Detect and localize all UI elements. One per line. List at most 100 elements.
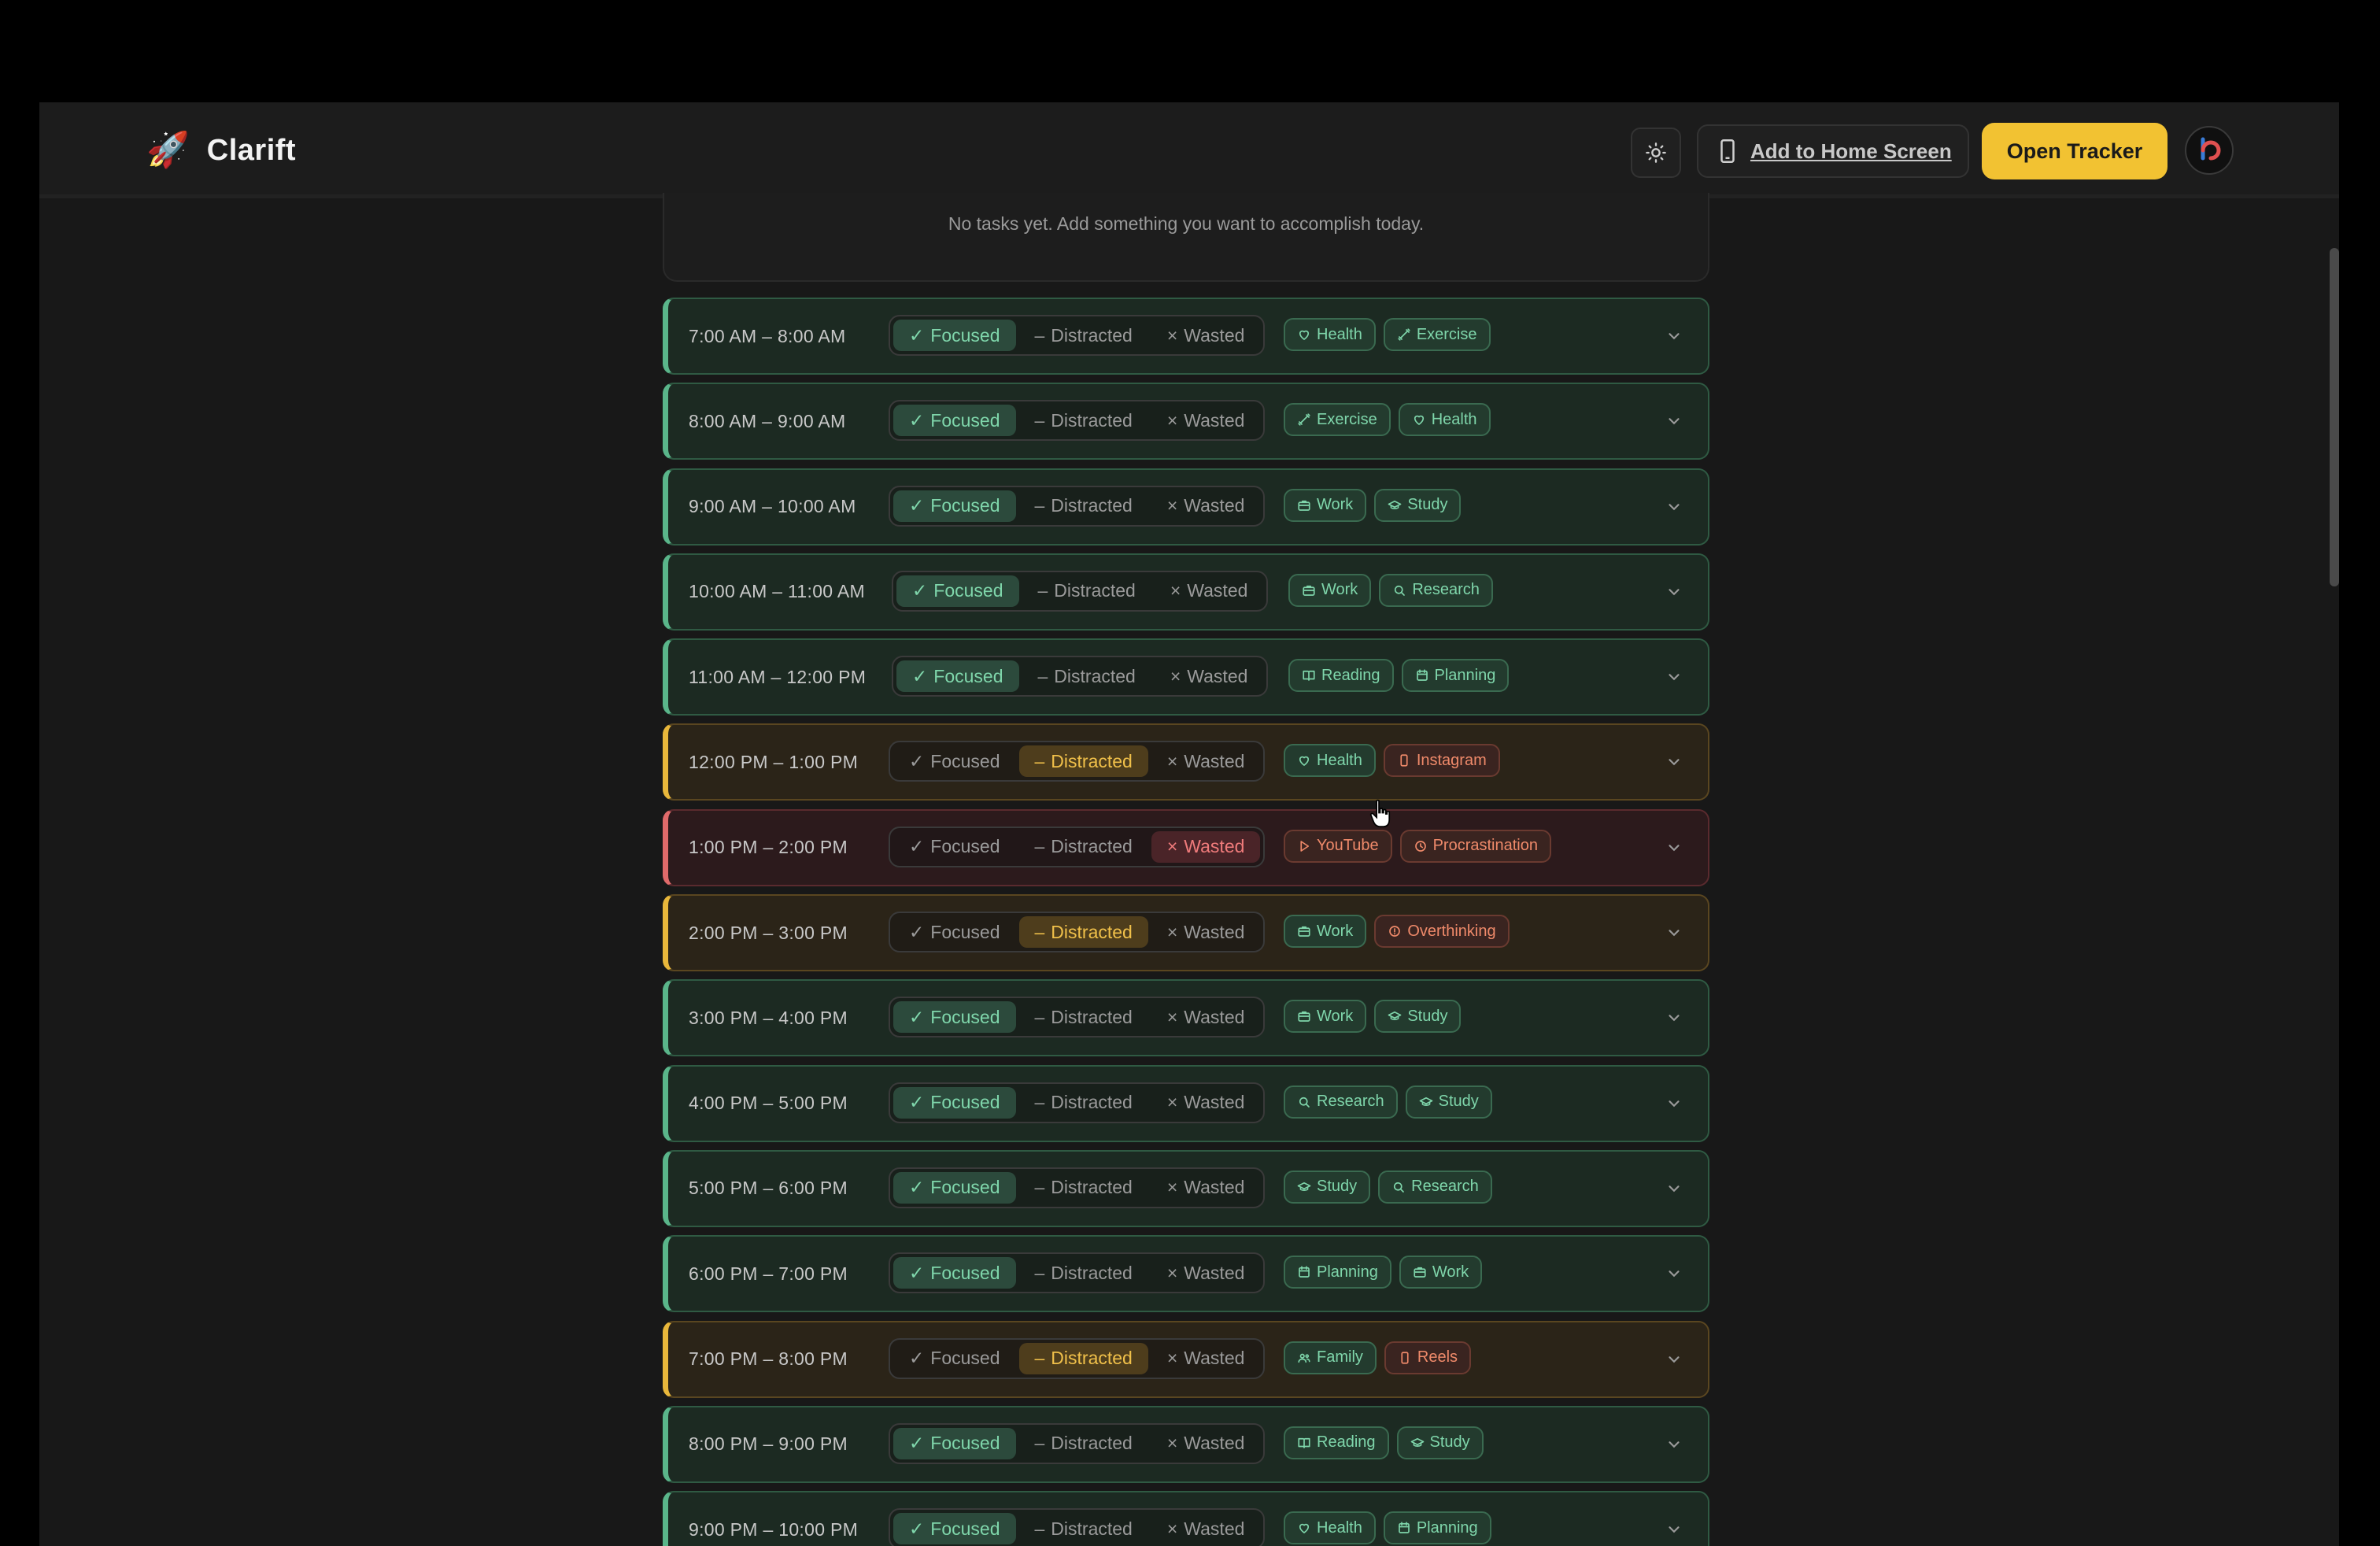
add-to-home-screen-button[interactable]: Add to Home Screen	[1697, 124, 1969, 178]
chevron-down-icon[interactable]	[1664, 1434, 1684, 1455]
hour-row[interactable]: 8:00 PM – 9:00 PM ✓ Focused – Distracted × Was…	[663, 1405, 1709, 1483]
chevron-down-icon[interactable]	[1664, 1263, 1684, 1284]
hour-row[interactable]: 9:00 AM – 10:00 AM ✓ Focused – Distracted × Wa…	[663, 468, 1709, 546]
status-option-focused[interactable]: ✓ Focused	[893, 1001, 1016, 1034]
chevron-down-icon[interactable]	[1664, 411, 1684, 431]
hour-row[interactable]: 7:00 AM – 8:00 AM ✓ Focused – Distracted × Was…	[663, 298, 1709, 375]
status-option-distracted[interactable]: – Distracted	[1019, 1428, 1148, 1459]
tag-chip[interactable]: Instagram	[1383, 744, 1500, 778]
chevron-down-icon[interactable]	[1664, 1093, 1684, 1114]
status-option-distracted[interactable]: – Distracted	[1018, 1342, 1148, 1374]
status-option-wasted[interactable]: × Wasted	[1151, 1428, 1261, 1459]
hour-row[interactable]: 5:00 PM – 6:00 PM ✓ Focused – Distracted × Was…	[663, 1149, 1709, 1227]
chevron-down-icon[interactable]	[1664, 667, 1684, 687]
tag-chip[interactable]: Health	[1284, 1511, 1376, 1545]
tag-chip[interactable]: YouTube	[1284, 829, 1392, 863]
tag-chip[interactable]: Study	[1374, 1000, 1462, 1034]
status-option-wasted[interactable]: × Wasted	[1151, 490, 1261, 522]
status-option-focused[interactable]: ✓ Focused	[893, 1427, 1016, 1459]
tag-chip[interactable]: Study	[1396, 1426, 1484, 1459]
status-option-focused[interactable]: ✓ Focused	[893, 320, 1016, 351]
open-tracker-button[interactable]: Open Tracker	[1982, 123, 2168, 179]
status-option-focused[interactable]: ✓ Focused	[893, 405, 1016, 437]
status-option-focused[interactable]: ✓ Focused	[896, 575, 1019, 607]
status-option-distracted[interactable]: – Distracted	[1019, 320, 1148, 351]
tag-chip[interactable]: Work	[1284, 915, 1367, 949]
status-option-wasted[interactable]: × Wasted	[1151, 320, 1261, 351]
status-option-wasted[interactable]: × Wasted	[1151, 1172, 1261, 1204]
chevron-down-icon[interactable]	[1664, 1519, 1684, 1540]
status-option-wasted[interactable]: × Wasted	[1155, 575, 1264, 607]
status-option-wasted[interactable]: × Wasted	[1151, 916, 1261, 948]
status-option-wasted[interactable]: × Wasted	[1151, 405, 1261, 436]
tag-chip[interactable]: Research	[1378, 1170, 1492, 1204]
status-option-distracted[interactable]: – Distracted	[1019, 1087, 1148, 1119]
chevron-down-icon[interactable]	[1664, 582, 1684, 602]
chevron-down-icon[interactable]	[1664, 1349, 1684, 1370]
status-option-distracted[interactable]: – Distracted	[1019, 490, 1148, 522]
status-option-focused[interactable]: ✓ Focused	[893, 1343, 1016, 1374]
tag-chip[interactable]: Work	[1284, 488, 1367, 522]
status-option-wasted[interactable]: × Wasted	[1155, 660, 1264, 692]
tag-chip[interactable]: Health	[1398, 403, 1491, 437]
tag-chip[interactable]: Research	[1284, 1085, 1398, 1119]
hour-row[interactable]: 6:00 PM – 7:00 PM ✓ Focused – Distracted × Was…	[663, 1235, 1709, 1313]
tag-chip[interactable]: Reels	[1384, 1341, 1472, 1374]
brand[interactable]: 🚀 Clarift	[146, 128, 296, 173]
chevron-down-icon[interactable]	[1664, 752, 1684, 772]
status-option-wasted[interactable]: × Wasted	[1151, 1087, 1261, 1119]
tag-chip[interactable]: Planning	[1284, 1256, 1391, 1289]
status-option-wasted[interactable]: × Wasted	[1151, 1513, 1261, 1544]
tag-chip[interactable]: Health	[1284, 744, 1376, 778]
chevron-down-icon[interactable]	[1664, 923, 1684, 943]
status-option-distracted[interactable]: – Distracted	[1018, 745, 1148, 778]
tag-chip[interactable]: Exercise	[1284, 403, 1391, 437]
tag-chip[interactable]: Procrastination	[1399, 829, 1551, 863]
hour-row[interactable]: 3:00 PM – 4:00 PM ✓ Focused – Distracted × Was…	[663, 979, 1709, 1057]
hour-row[interactable]: 2:00 PM – 3:00 PM ✓ Focused – Distracted × Was…	[663, 894, 1709, 972]
tag-chip[interactable]: Study	[1284, 1170, 1371, 1204]
hour-row[interactable]: 7:00 PM – 8:00 PM ✓ Focused – Distracted × Was…	[663, 1320, 1709, 1398]
status-option-distracted[interactable]: – Distracted	[1019, 1172, 1148, 1204]
status-option-distracted[interactable]: – Distracted	[1019, 1513, 1148, 1544]
status-option-focused[interactable]: ✓ Focused	[893, 831, 1016, 863]
tag-chip[interactable]: Study	[1374, 488, 1462, 522]
scrollbar-thumb[interactable]	[2330, 248, 2339, 586]
status-option-distracted[interactable]: – Distracted	[1019, 831, 1148, 863]
status-option-wasted[interactable]: × Wasted	[1151, 745, 1261, 777]
status-option-focused[interactable]: ✓ Focused	[893, 1171, 1016, 1204]
chevron-down-icon[interactable]	[1664, 326, 1684, 346]
status-option-distracted[interactable]: – Distracted	[1019, 405, 1148, 436]
hour-row[interactable]: 11:00 AM – 12:00 PM ✓ Focused – Distracted × W…	[663, 638, 1709, 716]
status-option-distracted[interactable]: – Distracted	[1019, 1257, 1148, 1289]
hour-row[interactable]: 1:00 PM – 2:00 PM ✓ Focused – Distracted × Was…	[663, 808, 1709, 886]
tag-chip[interactable]: Exercise	[1383, 318, 1491, 351]
hour-row[interactable]: 8:00 AM – 9:00 AM ✓ Focused – Distracted × Was…	[663, 383, 1709, 460]
tag-chip[interactable]: Work	[1284, 1000, 1367, 1034]
status-option-wasted[interactable]: × Wasted	[1151, 1001, 1261, 1033]
hour-row[interactable]: 9:00 PM – 10:00 PM ✓ Focused – Distracted × Wa…	[663, 1491, 1709, 1546]
hour-row[interactable]: 10:00 AM – 11:00 AM ✓ Focused – Distracted × W…	[663, 553, 1709, 631]
status-option-focused[interactable]: ✓ Focused	[893, 490, 1016, 522]
status-option-focused[interactable]: ✓ Focused	[893, 745, 1016, 777]
status-option-focused[interactable]: ✓ Focused	[893, 1086, 1016, 1119]
tag-chip[interactable]: Planning	[1401, 659, 1510, 693]
tag-chip[interactable]: Reading	[1288, 659, 1394, 693]
status-option-wasted[interactable]: × Wasted	[1151, 1257, 1261, 1289]
status-option-distracted[interactable]: – Distracted	[1018, 916, 1148, 949]
tag-chip[interactable]: Overthinking	[1374, 915, 1510, 949]
tag-chip[interactable]: Planning	[1383, 1511, 1491, 1545]
status-option-distracted[interactable]: – Distracted	[1022, 575, 1151, 607]
status-option-focused[interactable]: ✓ Focused	[893, 1513, 1016, 1545]
status-option-focused[interactable]: ✓ Focused	[893, 916, 1016, 948]
status-option-wasted[interactable]: × Wasted	[1151, 830, 1261, 863]
chevron-down-icon[interactable]	[1664, 1178, 1684, 1199]
status-option-distracted[interactable]: – Distracted	[1022, 660, 1151, 692]
tag-chip[interactable]: Work	[1399, 1256, 1483, 1289]
tag-chip[interactable]: Reading	[1284, 1426, 1389, 1459]
chevron-down-icon[interactable]	[1664, 497, 1684, 517]
theme-toggle-button[interactable]	[1631, 128, 1681, 178]
avatar[interactable]	[2185, 126, 2234, 175]
tag-chip[interactable]: Study	[1405, 1085, 1492, 1119]
tag-chip[interactable]: Family	[1284, 1341, 1377, 1374]
